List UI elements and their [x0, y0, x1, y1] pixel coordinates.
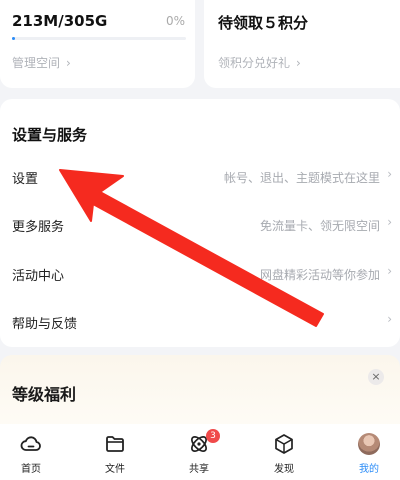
points-subtitle: 领积分兑好礼 [218, 56, 291, 70]
row-label: 帮助与反馈 [12, 317, 78, 332]
folder-icon [106, 436, 124, 452]
chevron-right-icon: › [387, 167, 392, 181]
points-title: 待领取５积分 [218, 14, 309, 32]
share-badge: 3 [206, 429, 220, 443]
row-label: 活动中心 [12, 269, 65, 284]
close-button[interactable]: × [368, 369, 384, 385]
chevron-right-icon: › [296, 56, 301, 70]
row-label: 更多服务 [12, 220, 65, 235]
more-services-row[interactable]: 更多服务 免流量卡、领无限空间 › [0, 205, 400, 245]
cube-icon [275, 434, 293, 454]
nav-label: 共享 [189, 464, 209, 475]
nav-label: 首页 [21, 464, 41, 475]
nav-item-share[interactable]: 3 共享 [164, 429, 234, 475]
row-hint: 免流量卡、领无限空间 [259, 219, 380, 233]
row-hint: 帐号、退出、主题模式在这里 [223, 171, 380, 185]
storage-card[interactable]: 213M/305G 0% 管理空间 › [0, 0, 195, 88]
manage-space-label: 管理空间 [12, 56, 61, 70]
nav-item-home[interactable]: 首页 [0, 432, 66, 475]
nav-item-files[interactable]: 文件 [80, 432, 150, 475]
storage-progress-bar [12, 37, 186, 40]
chevron-right-icon: › [387, 264, 392, 278]
storage-percent: 0% [165, 14, 185, 28]
manage-space-link[interactable]: 管理空间 › [12, 54, 71, 71]
storage-progress-fill [12, 37, 16, 40]
level-benefits-title: 等级福利 [12, 385, 77, 404]
services-card: 设置与服务 设置 帐号、退出、主题模式在这里 › 更多服务 免流量卡、领无限空间… [0, 99, 400, 347]
nav-label: 我的 [359, 464, 379, 475]
cloud-icon [20, 436, 41, 451]
chevron-right-icon: › [387, 312, 392, 326]
points-redeem-link[interactable]: 领积分兑好礼 › [218, 54, 301, 71]
activity-center-row[interactable]: 活动中心 网盘精彩活动等你参加 › [0, 254, 400, 294]
storage-value: 213M/305G [12, 12, 108, 30]
settings-row[interactable]: 设置 帐号、退出、主题模式在这里 › [0, 157, 400, 197]
chevron-right-icon: › [387, 215, 392, 229]
nav-label: 文件 [105, 464, 125, 475]
chevron-right-icon: › [66, 56, 71, 70]
help-feedback-row[interactable]: 帮助与反馈 › [0, 302, 400, 342]
bottom-nav: 首页 文件 3 共享 发现 我的 [0, 424, 400, 480]
nav-label: 发现 [274, 464, 294, 475]
nav-item-discover[interactable]: 发现 [249, 432, 319, 475]
row-label: 设置 [12, 172, 39, 187]
nav-item-mine[interactable]: 我的 [334, 432, 400, 475]
section-title: 设置与服务 [12, 126, 88, 144]
avatar [358, 433, 380, 455]
row-hint: 网盘精彩活动等你参加 [259, 268, 380, 282]
points-card[interactable]: 待领取５积分 领积分兑好礼 › [204, 0, 400, 88]
